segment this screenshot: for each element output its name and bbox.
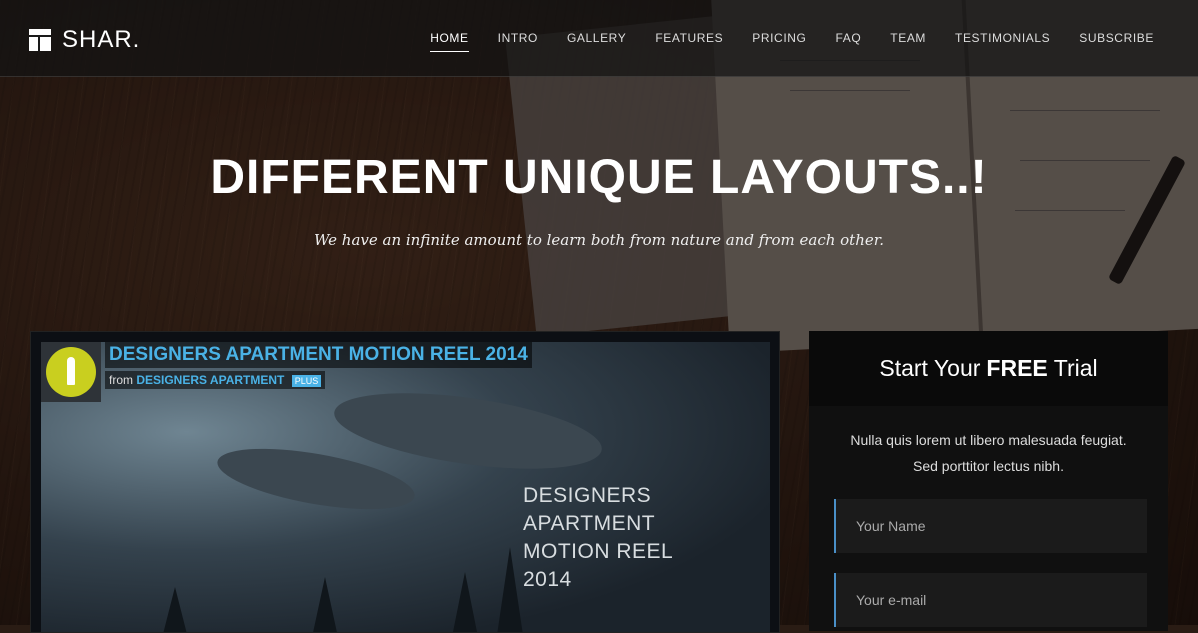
hero-title: DIFFERENT UNIQUE LAYOUTS..!	[210, 151, 988, 204]
trial-title-start: Start Your	[879, 355, 981, 381]
brand-name: SHAR.	[62, 26, 141, 53]
trial-text-line: Sed porttitor lectus nibh.	[913, 458, 1064, 474]
logo-icon	[29, 29, 51, 51]
nav-testimonials[interactable]: TESTIMONIALS	[955, 31, 1050, 45]
trial-form-panel: Start Your FREE Trial Nulla quis lorem u…	[809, 331, 1168, 631]
poster-line: DESIGNERS	[523, 484, 652, 507]
poster-line: 2014	[523, 568, 572, 591]
trial-description: Nulla quis lorem ut libero malesuada feu…	[809, 427, 1168, 479]
from-label: from	[109, 373, 133, 387]
name-input[interactable]: Your Name	[834, 499, 1147, 553]
nav-features[interactable]: FEATURES	[655, 31, 723, 45]
video-author-link[interactable]: DESIGNERS APARTMENT	[136, 373, 284, 387]
top-navbar: SHAR. HOME INTRO GALLERY FEATURES PRICIN…	[0, 0, 1198, 77]
email-input[interactable]: Your e-mail	[834, 573, 1147, 627]
poster-text: DESIGNERS APARTMENT MOTION REEL 2014	[523, 482, 673, 594]
trial-title-end: Trial	[1053, 355, 1098, 381]
hero-subtitle: We have an infinite amount to learn both…	[313, 231, 885, 249]
nav-faq[interactable]: FAQ	[835, 31, 861, 45]
video-title[interactable]: DESIGNERS APARTMENT MOTION REEL 2014	[105, 342, 532, 368]
video-byline: from DESIGNERS APARTMENT PLUS	[105, 371, 326, 389]
nav-intro[interactable]: INTRO	[498, 31, 538, 45]
channel-logo-icon	[46, 347, 96, 397]
trial-text-line: Nulla quis lorem ut libero malesuada feu…	[850, 432, 1127, 448]
name-placeholder: Your Name	[856, 518, 926, 534]
nav-home[interactable]: HOME	[430, 31, 470, 52]
poster-line: MOTION REEL	[523, 540, 674, 563]
email-placeholder: Your e-mail	[856, 592, 927, 608]
nav-subscribe[interactable]: SUBSCRIBE	[1079, 31, 1154, 45]
trial-heading: Start Your FREE Trial	[809, 331, 1168, 406]
channel-avatar[interactable]	[41, 342, 101, 402]
nav-pricing[interactable]: PRICING	[752, 31, 806, 45]
nav-team[interactable]: TEAM	[890, 31, 926, 45]
trial-title-free: FREE	[986, 355, 1048, 381]
brand-logo[interactable]: SHAR.	[29, 26, 140, 54]
poster-line: APARTMENT	[523, 512, 656, 535]
plus-badge: PLUS	[291, 375, 322, 387]
nav-gallery[interactable]: GALLERY	[567, 31, 626, 45]
video-header: DESIGNERS APARTMENT MOTION REEL 2014 fro…	[41, 342, 532, 402]
main-menu: HOME INTRO GALLERY FEATURES PRICING FAQ …	[401, 31, 1154, 52]
